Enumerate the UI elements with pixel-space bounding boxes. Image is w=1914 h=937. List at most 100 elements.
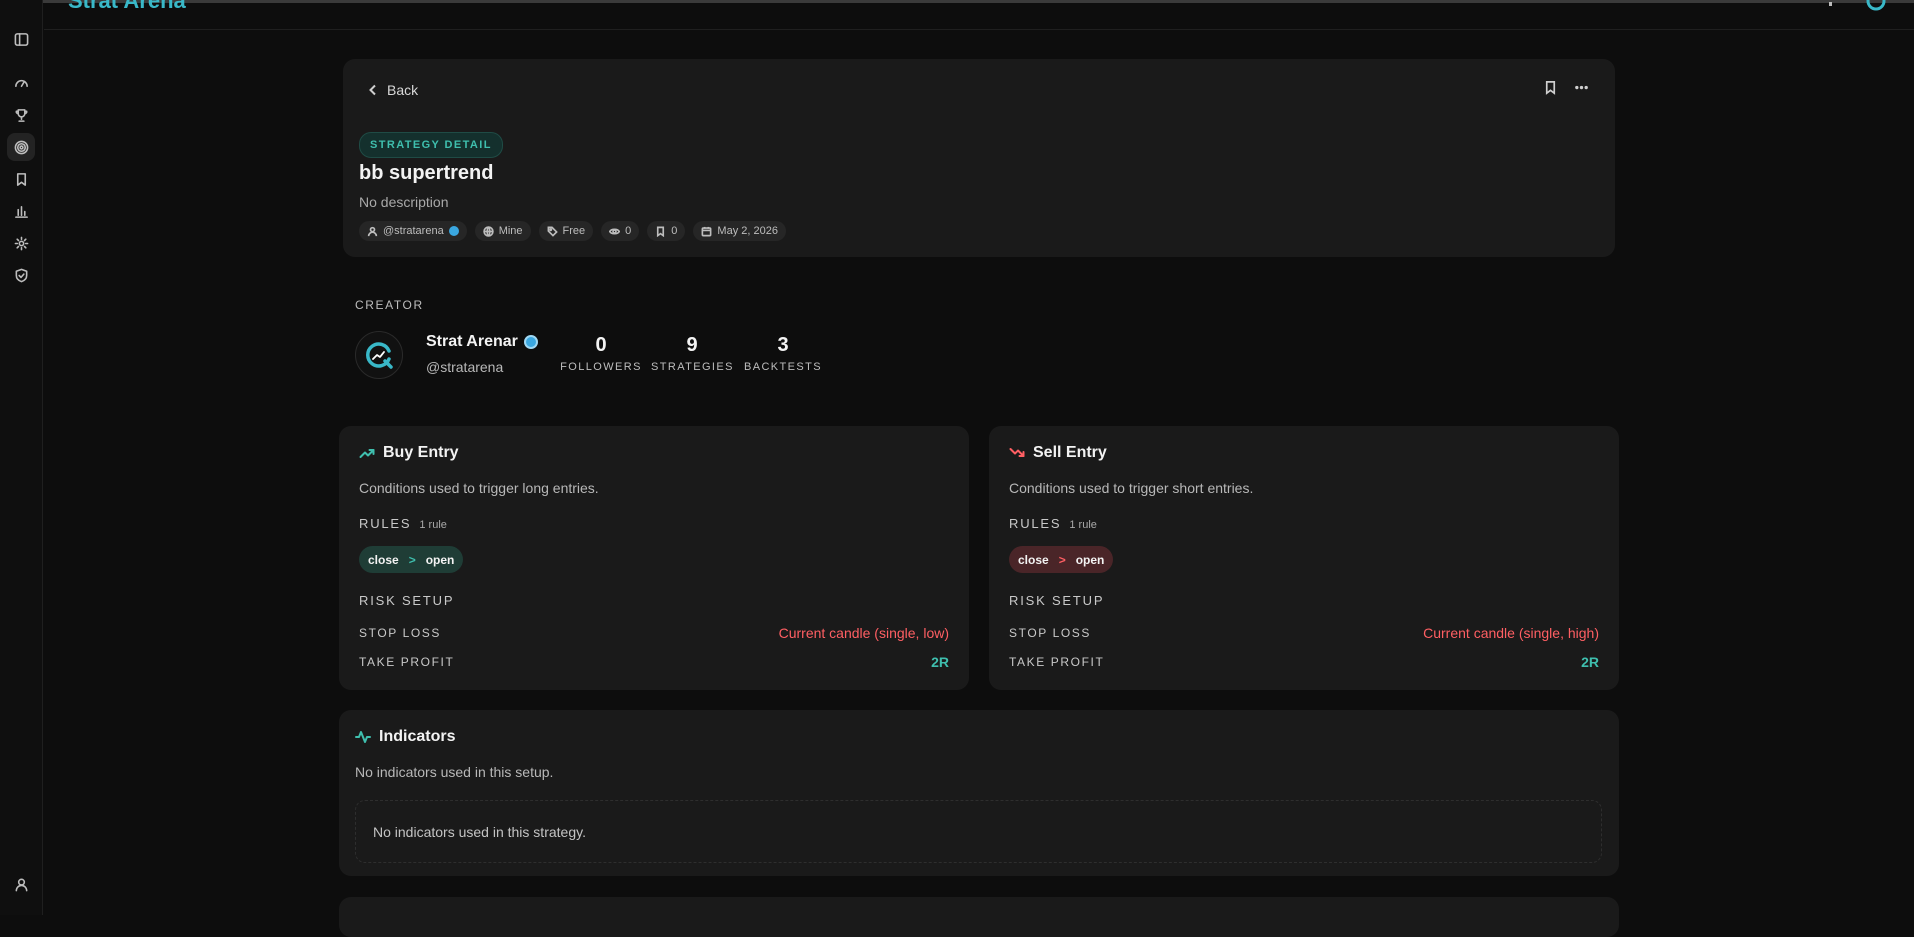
creator-avatar[interactable] [355,331,403,379]
sell-entry-card: Sell Entry Conditions used to trigger sh… [989,426,1619,690]
creator-name-text: Strat Arenar [426,333,518,350]
trending-down-icon [1009,448,1025,457]
buy-entry-description: Conditions used to trigger long entries. [359,480,599,496]
buy-stop-loss-row: STOP LOSS Current candle (single, low) [359,625,949,641]
followers-label: FOLLOWERS [560,361,642,373]
strat-arena-logo-icon [366,342,393,369]
bookmarks-count: 0 [671,225,678,237]
rule-right-operand: open [425,552,455,567]
rule-left-operand: close [1018,552,1049,567]
sell-take-profit-row: TAKE PROFIT 2R [1009,654,1599,670]
next-section-card [339,897,1619,937]
backtests-stat: 3 BACKTESTS [742,334,824,373]
rule-operator: > [1058,552,1066,567]
stop-loss-value: Current candle (single, high) [1423,625,1599,641]
visibility-chip: Mine [474,221,531,241]
sell-entry-title: Sell Entry [1033,444,1107,461]
app-logo[interactable]: Strat Arena [68,0,186,14]
target-icon[interactable] [7,133,35,161]
verified-icon [523,335,538,349]
backtests-label: BACKTESTS [743,361,822,373]
shield-icon[interactable] [7,261,35,289]
take-profit-value: 2R [931,654,949,670]
author-handle: @stratarena [383,225,444,237]
sell-rules-header: RULES 1 rule [1009,516,1097,531]
search-icon[interactable] [1865,0,1889,14]
followers-stat: 0 FOLLOWERS [560,334,642,373]
take-profit-label: TAKE PROFIT [359,655,455,669]
indicators-card: Indicators No indicators used in this se… [339,710,1619,876]
globe-icon [482,225,494,237]
sell-stop-loss-row: STOP LOSS Current candle (single, high) [1009,625,1599,641]
indicators-heading: Indicators [355,728,455,746]
take-profit-value: 2R [1581,654,1599,670]
sell-risk-setup-label: RISK SETUP [1009,593,1105,608]
pricing-chip: Free [538,221,594,241]
sell-rules-count: 1 rule [1069,519,1097,531]
strategy-detail-badge: STRATEGY DETAIL [359,132,503,158]
trophy-icon[interactable] [7,101,35,129]
backtests-count: 3 [777,334,789,356]
more-icon[interactable] [1574,80,1589,95]
gear-icon[interactable] [7,229,35,257]
chart-icon[interactable] [7,197,35,225]
author-chip[interactable]: @stratarena [359,221,467,241]
user-icon[interactable] [7,870,35,898]
created-date: May 2, 2026 [717,225,778,237]
strategies-label: STRATEGIES [651,361,734,373]
date-chip: May 2, 2026 [693,221,786,241]
sell-rule-pill: close > open [1009,546,1114,573]
verified-icon [448,226,459,236]
buy-rules-count: 1 rule [419,519,447,531]
top-header: Strat Arena [44,0,1914,30]
views-count: 0 [625,225,632,237]
pricing-label: Free [562,225,586,237]
sell-rules-label: RULES [1009,516,1062,531]
sell-entry-description: Conditions used to trigger short entries… [1009,480,1254,496]
indicators-description: No indicators used in this setup. [355,764,554,780]
activity-icon [355,731,371,743]
buy-risk-setup-label: RISK SETUP [359,593,455,608]
eye-icon [609,227,621,235]
strategy-description: No description [359,194,449,210]
bookmark-icon [657,226,665,237]
strategy-meta: @stratarena Mine Free 0 0 May 2, 2026 [359,221,786,241]
tag-icon [547,226,558,237]
rule-operator: > [408,552,416,567]
visibility-label: Mine [498,225,523,237]
buy-take-profit-row: TAKE PROFIT 2R [359,654,949,670]
trending-up-icon [359,449,375,458]
indicators-empty-state: No indicators used in this strategy. [355,800,1602,863]
buy-entry-card: Buy Entry Conditions used to trigger lon… [339,426,969,690]
bookmark-icon[interactable] [7,165,35,193]
user-icon [367,226,378,236]
buy-rules-header: RULES 1 rule [359,516,447,531]
buy-rules-label: RULES [359,516,412,531]
sell-entry-heading: Sell Entry [1009,444,1107,462]
strategy-header-card: Back STRATEGY DETAIL bb supertrend No de… [343,59,1615,257]
calendar-icon [701,226,712,236]
bookmark-icon[interactable] [1543,80,1558,95]
chevron-left-icon [369,84,376,96]
stop-loss-value: Current candle (single, low) [778,625,949,641]
gauge-icon[interactable] [7,68,35,96]
bookmarks-chip: 0 [647,221,686,241]
stop-loss-label: STOP LOSS [1009,626,1091,640]
header-indicator [1829,2,1832,6]
take-profit-label: TAKE PROFIT [1009,655,1105,669]
buy-entry-title: Buy Entry [383,444,459,461]
followers-count: 0 [595,334,607,356]
rule-left-operand: close [368,552,399,567]
rule-right-operand: open [1075,552,1105,567]
creator-name[interactable]: Strat Arenar [426,333,538,351]
back-button[interactable]: Back [367,82,418,98]
views-chip: 0 [601,221,640,241]
panel-left-icon[interactable] [7,25,35,53]
buy-rule-pill: close > open [359,546,464,573]
strategies-stat: 9 STRATEGIES [651,334,733,373]
back-label: Back [387,82,419,98]
sidebar [0,0,43,915]
creator-handle: @stratarena [426,359,504,375]
creator-section-label: CREATOR [355,298,424,312]
strategy-title: bb supertrend [359,162,494,184]
